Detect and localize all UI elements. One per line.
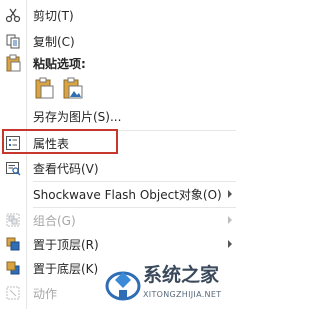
paste-options-header: 粘贴选项: [0, 50, 240, 76]
copy-icon [4, 32, 22, 50]
group-icon [4, 211, 22, 229]
view-code-icon [4, 159, 22, 177]
site-watermark: 系统之家 XITONGZHIJIA.NET [103, 258, 239, 309]
bring-to-front-icon [4, 235, 22, 253]
menu-item-view-code[interactable]: 查看代码(V) [0, 155, 240, 181]
action-icon [4, 284, 22, 302]
menu-item-label: 查看代码(V) [33, 161, 99, 176]
menu-item-cut[interactable]: 剪切(T) [0, 2, 240, 28]
menu-item-flash-object[interactable]: Shockwave Flash Object对象(O) [0, 181, 240, 207]
menu-item-label: 另存为图片(S)... [33, 109, 122, 124]
menu-item-bring-to-front[interactable]: 置于顶层(R) [0, 231, 240, 257]
paste-keep-icon [35, 77, 54, 99]
scissors-icon [4, 6, 22, 24]
context-menu: 剪切(T) 复制(C) 粘贴选项: 另存为图片(S)... 属性表 查看代码(V… [0, 0, 240, 309]
paste-option-keep-source[interactable] [34, 76, 56, 100]
menu-item-label: 动作 [33, 286, 58, 301]
watermark-url: XITONGZHIJIA.NET [143, 290, 222, 299]
submenu-arrow-icon [228, 216, 232, 224]
menu-item-label: 置于底层(K) [33, 261, 99, 276]
submenu-arrow-icon [228, 240, 232, 248]
send-to-back-icon [4, 259, 22, 277]
highlight-box [2, 129, 118, 154]
watermark-logo-icon [105, 271, 141, 301]
watermark-site-name: 系统之家 [143, 264, 220, 286]
menu-item-label: 组合(G) [33, 213, 76, 228]
submenu-arrow-icon [228, 190, 232, 198]
paste-picture-icon [63, 77, 83, 99]
menu-item-save-as-picture[interactable]: 另存为图片(S)... [0, 103, 240, 129]
clipboard-icon [4, 54, 22, 72]
menu-item-label: 复制(C) [33, 34, 75, 49]
paste-option-picture[interactable] [62, 76, 84, 100]
menu-item-label: 置于顶层(R) [33, 237, 99, 252]
menu-item-group[interactable]: 组合(G) [0, 207, 240, 233]
menu-item-label: Shockwave Flash Object对象(O) [33, 187, 222, 202]
paste-options-label: 粘贴选项: [33, 56, 86, 71]
menu-item-label: 剪切(T) [33, 8, 74, 23]
